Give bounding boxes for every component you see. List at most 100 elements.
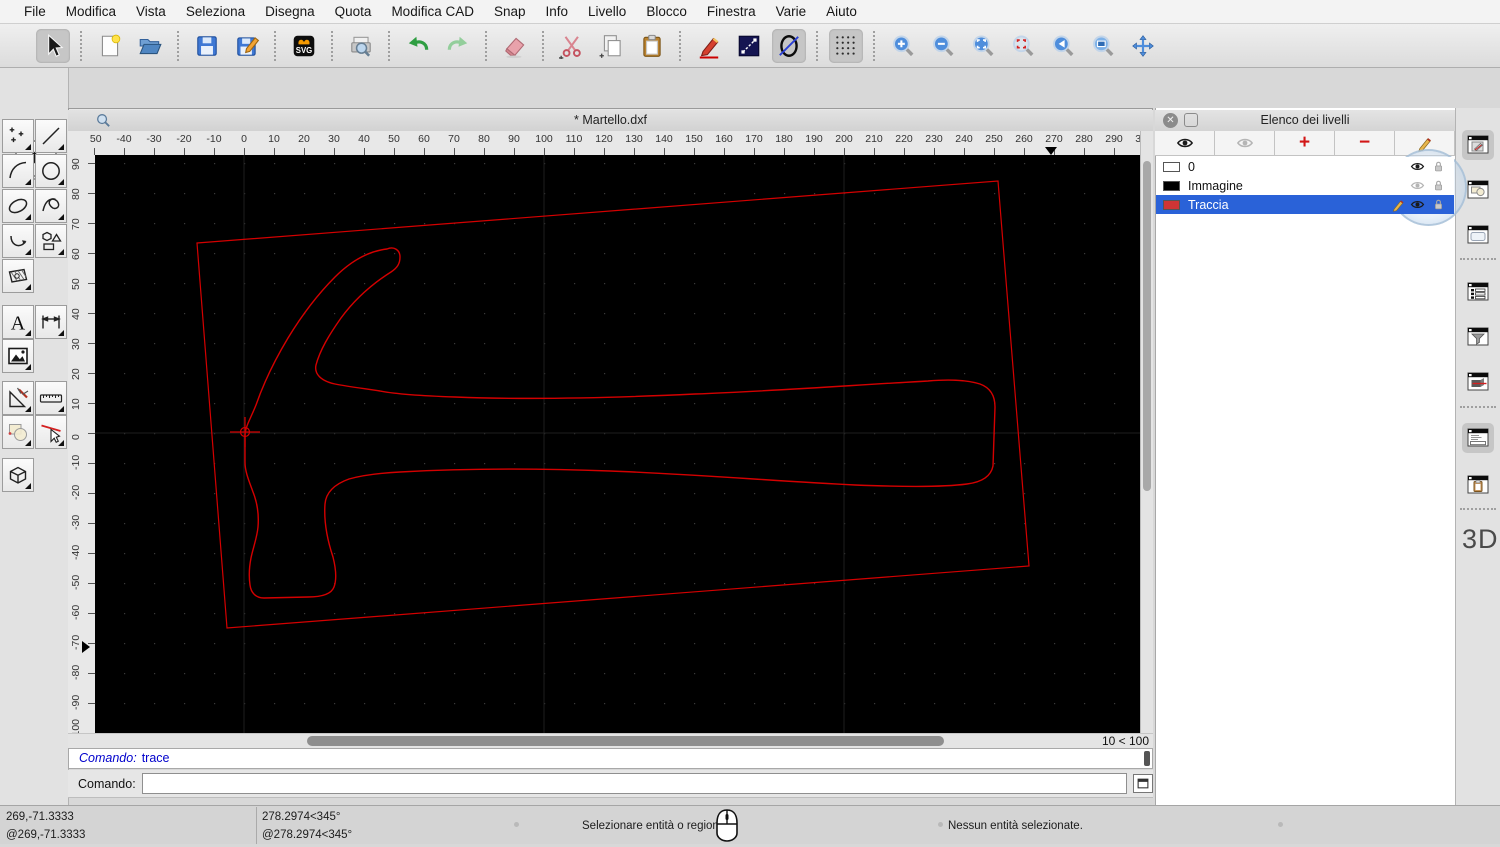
menu-finestra[interactable]: Finestra — [697, 0, 766, 24]
layer-visibility-eye-icon[interactable] — [1410, 159, 1425, 174]
save-file-as-button[interactable] — [230, 29, 264, 63]
layer-lock-icon[interactable] — [1431, 197, 1446, 212]
zoom-select-button[interactable] — [1006, 29, 1040, 63]
layer-visibility-eye-icon[interactable] — [1410, 178, 1425, 193]
draw-pencil-button[interactable] — [692, 29, 726, 63]
menu-vista[interactable]: Vista — [126, 0, 176, 24]
drawing-canvas[interactable] — [95, 155, 1140, 733]
pan-button[interactable] — [1126, 29, 1160, 63]
ellipse-line-button[interactable] — [772, 28, 806, 63]
menu-info[interactable]: Info — [536, 0, 579, 24]
ruler-tick — [424, 148, 425, 155]
redo-button[interactable] — [441, 29, 475, 63]
menu-file[interactable]: File — [14, 0, 56, 24]
zoom-window-button[interactable] — [1086, 29, 1120, 63]
win-draw-button[interactable] — [1462, 130, 1494, 160]
dimension-tool-button[interactable] — [35, 305, 67, 339]
cut-button[interactable] — [555, 29, 589, 63]
new-file-button[interactable] — [93, 29, 127, 63]
close-panel-icon[interactable]: ✕ — [1163, 113, 1178, 128]
line-tool-button[interactable] — [732, 29, 766, 63]
layer-row-0[interactable]: 0 — [1156, 157, 1454, 176]
win-list-button[interactable] — [1462, 277, 1494, 307]
menu-quota[interactable]: Quota — [325, 0, 382, 24]
layer-row-immagine[interactable]: Immagine — [1156, 176, 1454, 195]
layer-color-swatch — [1163, 199, 1180, 210]
open-file-button[interactable] — [133, 29, 167, 63]
ellipse-tool-button[interactable] — [2, 189, 34, 223]
undock-panel-icon[interactable] — [1184, 113, 1198, 127]
menu-disegna[interactable]: Disegna — [255, 0, 325, 24]
ruler-label: -10 — [70, 454, 82, 470]
win-command-button[interactable] — [1462, 423, 1494, 453]
image-tool-button[interactable] — [2, 339, 34, 373]
menu-aiuto[interactable]: Aiuto — [816, 0, 867, 24]
zoom-auto-button[interactable] — [966, 29, 1000, 63]
hide-all-layers-button[interactable] — [1215, 131, 1275, 156]
remove-layer-button[interactable]: − — [1335, 131, 1395, 156]
zoom-out-button[interactable] — [926, 29, 960, 63]
layer-visibility-eye-icon[interactable] — [1410, 197, 1425, 212]
spline-tool-button[interactable] — [35, 189, 67, 223]
svg-text:SVG: SVG — [296, 46, 312, 55]
modify-tool-button[interactable] — [2, 415, 34, 449]
layer-lock-icon[interactable] — [1431, 159, 1446, 174]
win-filter-button[interactable] — [1462, 322, 1494, 352]
zoom-in-button[interactable] — [886, 29, 920, 63]
command-panel-toggle-button[interactable] — [1133, 774, 1153, 793]
shapes-tool-button[interactable] — [35, 224, 67, 258]
layer-lock-icon[interactable] — [1431, 178, 1446, 193]
ruler-label: -20 — [70, 484, 82, 500]
solid3d-tool-button[interactable] — [2, 458, 34, 492]
svg-export-button[interactable]: SVG — [287, 29, 321, 63]
select-arrow-button[interactable] — [36, 28, 70, 63]
win-shapes-button[interactable] — [1462, 175, 1494, 205]
win-clipboard-button[interactable] — [1462, 470, 1494, 500]
command-history-scrollbar[interactable] — [1144, 751, 1150, 766]
ruler-tick — [88, 493, 95, 494]
print-preview-button[interactable] — [344, 29, 378, 63]
zoom-prev-button[interactable] — [1046, 29, 1080, 63]
trim-tool-button[interactable] — [35, 415, 67, 449]
polyline-tool-button[interactable] — [2, 224, 34, 258]
points-tool-button[interactable] — [2, 119, 34, 153]
line-tool-button[interactable] — [35, 119, 67, 153]
save-file-button[interactable] — [190, 29, 224, 63]
text-tool-button[interactable]: A — [2, 305, 34, 339]
ruler-label: 160 — [715, 133, 733, 145]
menu-seleziona[interactable]: Seleziona — [176, 0, 255, 24]
horizontal-scrollbar-thumb[interactable] — [307, 736, 944, 746]
menu-livello[interactable]: Livello — [578, 0, 636, 24]
show-all-layers-button[interactable] — [1155, 131, 1215, 156]
ruler-tick — [88, 163, 95, 164]
ruler-tick — [754, 148, 755, 155]
win-block-button[interactable] — [1462, 367, 1494, 397]
undo-button[interactable] — [401, 29, 435, 63]
win-blank-button[interactable] — [1462, 220, 1494, 250]
layer-row-traccia[interactable]: Traccia — [1156, 195, 1454, 214]
drafting-tool-button[interactable] — [2, 381, 34, 415]
menu-modifica[interactable]: Modifica — [56, 0, 126, 24]
vertical-scrollbar-thumb[interactable] — [1143, 161, 1151, 491]
horizontal-scrollbar-track[interactable] — [95, 736, 1095, 746]
hatch-tool-button[interactable] — [2, 259, 34, 293]
menu-modifica-cad[interactable]: Modifica CAD — [381, 0, 484, 24]
edit-layer-button[interactable] — [1395, 131, 1455, 156]
arc-tool-button[interactable] — [2, 154, 34, 188]
copy-button[interactable] — [595, 29, 629, 63]
vertical-scrollbar[interactable] — [1140, 131, 1153, 733]
measure-tool-button[interactable] — [35, 381, 67, 415]
menu-snap[interactable]: Snap — [484, 0, 536, 24]
ruler-label: -90 — [70, 694, 82, 710]
add-layer-button[interactable]: + — [1275, 131, 1335, 156]
statusbar-divider — [256, 807, 257, 844]
menu-varie[interactable]: Varie — [766, 0, 817, 24]
grid-toggle-button[interactable] — [829, 28, 863, 63]
erase-button[interactable] — [498, 29, 532, 63]
circle-tool-button[interactable] — [35, 154, 67, 188]
paste-button[interactable] — [635, 29, 669, 63]
menu-blocco[interactable]: Blocco — [636, 0, 697, 24]
ruler-label: 280 — [1075, 133, 1093, 145]
command-input[interactable] — [141, 773, 1128, 794]
ruler-tick — [1084, 148, 1085, 155]
